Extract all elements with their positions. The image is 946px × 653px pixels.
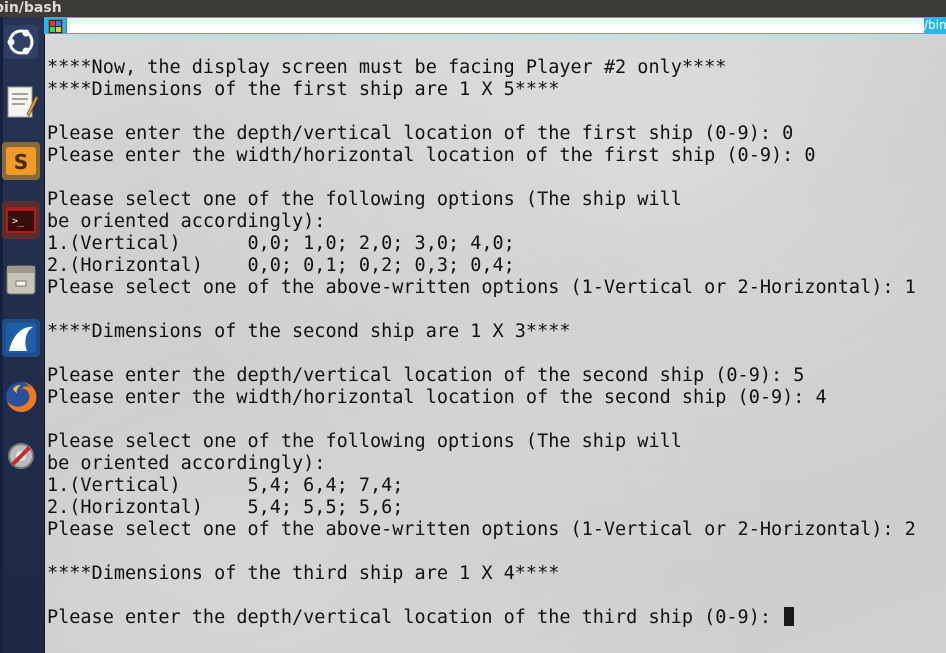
window-title-bar: bin/bash [0, 0, 946, 17]
wireshark-icon[interactable] [2, 319, 40, 357]
terminal-line: Please select one of the following optio… [47, 189, 682, 210]
terminal-line: ****Dimensions of the first ship are 1 X… [47, 79, 560, 100]
terminal-window-icon [48, 19, 63, 34]
terminal-line: Please select one of the above-written o… [47, 277, 916, 298]
tab-title: /bin [924, 18, 946, 33]
terminal-line: 1.(Vertical) 0,0; 1,0; 2,0; 3,0; 4,0; [47, 233, 515, 254]
terminal-lines: ****Now, the display screen must be faci… [47, 57, 916, 629]
terminal-line: ****Dimensions of the second ship are 1 … [47, 321, 571, 342]
sublime-text-icon[interactable]: S [2, 142, 40, 180]
terminal-line: be oriented accordingly): [47, 211, 326, 232]
text-editor-icon[interactable] [2, 83, 40, 121]
files-icon[interactable] [2, 260, 40, 298]
terminal-line: Please enter the depth/vertical location… [47, 365, 805, 386]
text-cursor [784, 607, 795, 626]
terminal-app-icon[interactable]: >_ [2, 201, 40, 239]
terminal-line: ****Now, the display screen must be faci… [47, 57, 727, 78]
system-settings-icon[interactable] [2, 437, 40, 475]
terminal-line: Please select one of the following optio… [47, 431, 682, 452]
terminal-tab-bar: /bin [44, 17, 946, 34]
terminal-line: 2.(Horizontal) 5,4; 5,5; 5,6; [47, 497, 404, 518]
terminal-line: 1.(Vertical) 5,4; 6,4; 7,4; [47, 475, 404, 496]
terminal-line: Please enter the depth/vertical location… [47, 123, 794, 144]
terminal-line: Please enter the width/horizontal locati… [47, 387, 827, 408]
window-title: bin/bash [0, 0, 62, 16]
launcher: S >_ [0, 17, 45, 653]
terminal-tab[interactable] [66, 18, 946, 33]
terminal-line: Please enter the depth/vertical location… [47, 607, 916, 629]
terminal-line: ****Dimensions of the third ship are 1 X… [47, 563, 560, 584]
terminal-line: 2.(Horizontal) 0,0; 0,1; 0,2; 0,3; 0,4; [47, 255, 515, 276]
terminal-output[interactable]: ****Now, the display screen must be faci… [45, 34, 946, 653]
firefox-icon[interactable] [2, 378, 40, 416]
svg-text:S: S [14, 150, 28, 174]
terminal-line: Please select one of the above-written o… [47, 519, 916, 540]
terminal-line: Please enter the width/horizontal locati… [47, 145, 816, 166]
ubuntu-dash-icon[interactable] [2, 23, 40, 61]
terminal-line: be oriented accordingly): [47, 453, 326, 474]
svg-text:>_: >_ [12, 216, 25, 227]
